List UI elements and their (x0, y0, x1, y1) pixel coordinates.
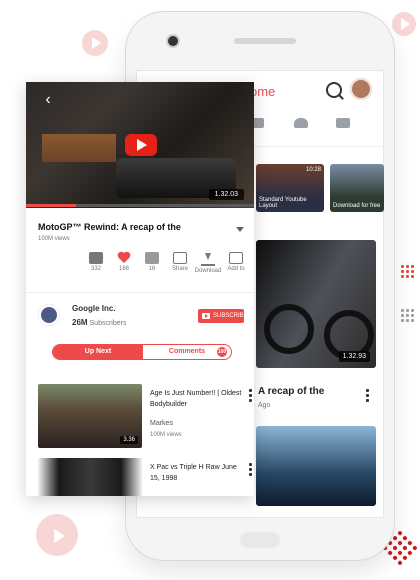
download-button[interactable]: Download (194, 252, 222, 274)
video-detail-panel: ‹ 1.32.03 MotoGP™ Rewind: A recap of the… (26, 82, 254, 496)
list-item[interactable]: X Pac vs Triple H Raw June 15, 1998 (38, 458, 252, 496)
channel-subscribers: 26M Subscribers (72, 318, 126, 327)
video-scene-books (42, 134, 116, 162)
list-item[interactable]: 3.36 Age Is Just Number!! | Oldest Bodyb… (38, 384, 252, 452)
heart-icon (117, 252, 131, 264)
thumbs-up-icon (89, 252, 103, 264)
video-title[interactable]: A recap of the (258, 386, 324, 397)
video-views: 100M views (38, 236, 70, 242)
app-tab-bar (250, 112, 384, 138)
like-count: 332 (90, 266, 101, 272)
subscribe-label: SUBSCRIBE (213, 313, 248, 319)
decorative-dot-grid (400, 308, 414, 322)
video-title: MotoGP™ Rewind: A recap of the (38, 222, 181, 232)
more-options-icon[interactable] (249, 388, 252, 403)
share-button[interactable]: Share (166, 252, 194, 272)
add-to-label: Add to (227, 266, 245, 272)
subscribe-button[interactable]: SUBSCRIBE (198, 309, 248, 323)
favorite-count: 166 (118, 266, 129, 272)
tab-comments[interactable]: Comments 100 (143, 345, 231, 359)
video-caption: Standard Youtube Layout (259, 197, 307, 209)
video-meta: Ago (258, 402, 271, 409)
video-progress-bar[interactable] (26, 204, 254, 207)
phone-camera (168, 36, 178, 46)
share-label: Share (171, 266, 188, 272)
youtube-icon (202, 313, 210, 319)
decorative-dot-grid (400, 264, 414, 278)
chart-icon[interactable] (336, 118, 350, 128)
subscriber-count: 26M (72, 318, 88, 327)
more-options-icon[interactable] (366, 388, 369, 403)
video-thumbnail-sunset[interactable]: 10:28 Standard Youtube Layout (256, 164, 324, 212)
like-button[interactable]: 332 (82, 252, 110, 272)
download-label: Download (194, 268, 222, 274)
phone-home-button (240, 532, 280, 548)
add-to-icon (229, 252, 243, 264)
video-duration: 1.32.03 (208, 189, 244, 200)
play-icon (137, 139, 147, 151)
decorative-circle-bottom (36, 514, 78, 556)
video-title: Age Is Just Number!! | Oldest Bodybuilde… (150, 390, 242, 408)
video-thumbnail-landscape[interactable]: Download for free (330, 164, 384, 212)
video-thumbnail-city[interactable] (256, 426, 376, 506)
play-icon (92, 37, 101, 49)
bell-icon[interactable] (294, 118, 308, 128)
channel-name[interactable]: Google Inc. (72, 304, 116, 313)
share-icon (173, 252, 187, 264)
subscriber-label: Subscribers (89, 320, 127, 327)
channel-avatar[interactable] (38, 304, 60, 326)
download-icon (201, 252, 215, 266)
video-duration: 10:28 (305, 167, 321, 173)
favorite-button[interactable]: 166 (110, 252, 138, 272)
decorative-circle-top (82, 30, 108, 56)
video-actions: 332 166 16 Share Download Add to (82, 252, 254, 282)
avatar[interactable] (350, 78, 372, 100)
video-duration: 1.32.93 (338, 351, 370, 362)
video-channel: Markes (150, 420, 173, 427)
tab-comments-label: Comments (168, 348, 206, 355)
thumbs-down-icon (145, 252, 159, 264)
more-options-icon[interactable] (249, 462, 252, 477)
video-player[interactable]: ‹ 1.32.03 (26, 82, 254, 208)
video-thumbnail[interactable]: 3.36 (38, 384, 142, 448)
video-title: X Pac vs Triple H Raw June 15, 1998 (150, 464, 237, 482)
comments-badge: 100 (217, 347, 227, 357)
video-caption: Download for free (333, 203, 381, 209)
video-thumbnail-motorcycle[interactable]: 1.32.93 (256, 240, 376, 368)
dislike-count: 16 (148, 266, 156, 272)
tab-switcher: Up Next Comments 100 (52, 344, 232, 360)
back-icon[interactable]: ‹ (38, 90, 58, 110)
decorative-circle-right (392, 12, 416, 36)
play-button[interactable] (125, 134, 157, 156)
video-progress-fill (26, 204, 77, 207)
chevron-down-icon[interactable] (236, 227, 244, 232)
tab-up-next[interactable]: Up Next (53, 345, 143, 359)
divider (26, 292, 254, 293)
dislike-button[interactable]: 16 (138, 252, 166, 272)
video-duration: 3.36 (120, 436, 138, 444)
add-to-button[interactable]: Add to (222, 252, 250, 272)
motorcycle-wheel (264, 304, 314, 354)
video-views: 100M views (150, 432, 182, 438)
play-icon (401, 18, 410, 30)
play-icon (54, 529, 65, 543)
phone-speaker (234, 38, 296, 44)
video-thumbnail[interactable] (38, 458, 142, 496)
search-icon[interactable] (326, 82, 342, 98)
